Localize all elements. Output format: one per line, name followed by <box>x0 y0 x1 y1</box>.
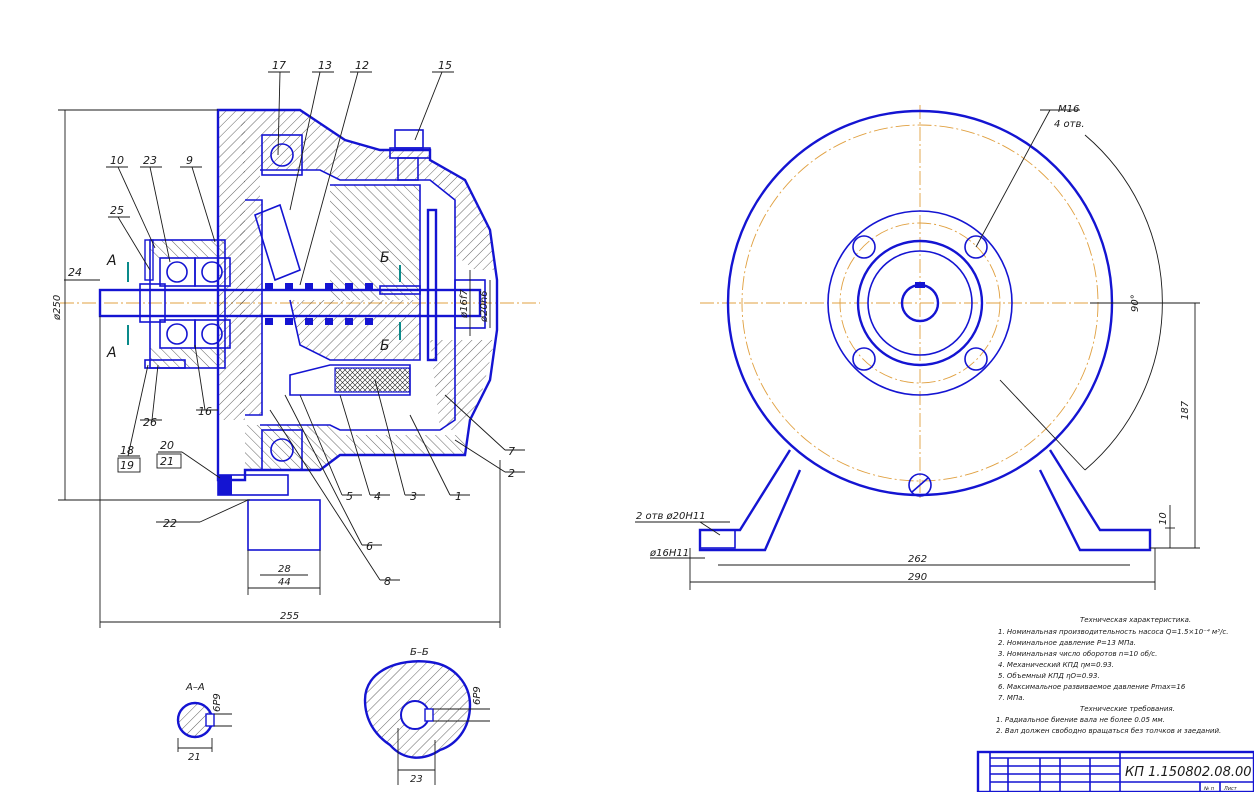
end-view: M16 4 отв. 90° 187 10 2 отв ø20H11 ø16H1… <box>635 104 1200 590</box>
section-a-label-bottom: А <box>106 345 117 361</box>
dim-axis-height: 187 <box>1180 400 1191 420</box>
leader-12: 12 <box>355 59 369 72</box>
dim-holes: 2 отв ø20H11 <box>636 511 706 522</box>
section-b-label-top: Б <box>380 250 390 266</box>
leader-7: 7 <box>508 445 515 458</box>
leader-18: 18 <box>120 444 134 457</box>
distributor-plate <box>426 208 438 362</box>
section-a-label-top: А <box>106 253 117 269</box>
leader-1: 1 <box>455 490 462 503</box>
leader-6: 6 <box>366 540 373 553</box>
assembly-drawing: А А Б Б 255 ø250 28 44 ø16f7 ø20h6 17 13… <box>52 59 1254 792</box>
section-b-label-bottom: Б <box>380 338 390 354</box>
leader-26: 26 <box>143 416 157 429</box>
bolt-15-head <box>394 129 424 149</box>
dim-foot-44: 44 <box>278 577 291 588</box>
drawing-canvas: А А Б Б 255 ø250 28 44 ø16f7 ø20h6 17 13… <box>0 0 1254 792</box>
leg-left <box>698 449 802 552</box>
tech-req-item-1: 1. Радиальное биение вала не более 0.05 … <box>996 716 1165 724</box>
piston-cross-hatch <box>334 367 411 393</box>
leader-17: 17 <box>272 59 286 72</box>
leader-25: 25 <box>110 204 124 217</box>
key-slot <box>915 282 925 288</box>
tech-char-item-4: 4. Механический КПД ηм=0.93. <box>998 661 1114 669</box>
leader-13: 13 <box>318 59 332 72</box>
leader-19: 19 <box>120 459 134 472</box>
tech-char-item-1: 1. Номинальная производительность насоса… <box>998 628 1228 636</box>
tech-char-item-5: 5. Объемный КПД ηО=0.93. <box>998 672 1100 680</box>
housing-lower-section <box>245 425 465 470</box>
dim-m16-holes: 4 отв. <box>1054 119 1085 130</box>
dim-angle: 90° <box>1130 294 1141 312</box>
leader-4: 4 <box>374 490 381 503</box>
title-block: КП 1.150802.08.00 СБ № п Лист <box>976 750 1254 792</box>
tech-char-item-6: 6. Максимальное развиваемое давление Pma… <box>998 683 1186 691</box>
mount-hole-br <box>964 347 988 371</box>
dim-sec-a-21: 21 <box>188 752 201 763</box>
tech-char-title: Техническая характеристика. <box>1080 616 1191 624</box>
section-b-b: Б–Б 23 6P9 <box>363 647 490 785</box>
leader-2: 2 <box>508 467 515 480</box>
dim-sec-b-23: 23 <box>410 774 423 785</box>
dim-base-290: 290 <box>908 572 927 583</box>
dim-height-dia: ø250 <box>52 295 63 321</box>
dim-bore: ø16H11 <box>649 548 689 559</box>
leader-10: 10 <box>110 154 124 167</box>
bolt-22-head <box>218 475 232 495</box>
tech-req-item-2: 2. Вал должен свободно вращаться без тол… <box>996 727 1221 735</box>
tech-char-item-2: 2. Номинальное давление P=13 МПа. <box>998 639 1136 647</box>
drawing-code: КП 1.150802.08.00 СБ <box>1125 765 1254 780</box>
swash-plate <box>240 200 262 415</box>
leader-22: 22 <box>163 517 177 530</box>
bearing-cap-upper <box>150 240 225 258</box>
section-bb-title: Б–Б <box>410 647 429 658</box>
leader-21: 21 <box>160 455 174 468</box>
shaft-ball-1-upper <box>166 261 188 283</box>
section-aa-title: A–A <box>185 682 205 693</box>
mount-hole-bl <box>852 347 876 371</box>
section-aa-keyway <box>205 713 215 727</box>
section-view: А А Б Б 255 ø250 28 44 ø16f7 ø20h6 17 13… <box>52 59 540 628</box>
dim-sec-b-key: 6P9 <box>472 686 483 705</box>
leader-20: 20 <box>160 439 174 452</box>
shaft-ball-1-lower <box>166 323 188 345</box>
leader-24: 24 <box>68 266 82 279</box>
stamp-cell-1: № п <box>1203 786 1215 792</box>
leader-23: 23 <box>143 154 157 167</box>
dim-base-262: 262 <box>908 554 927 565</box>
leader-8: 8 <box>384 575 391 588</box>
section-bb-keyway <box>424 708 434 722</box>
dim-sec-a-key: 6P9 <box>212 693 223 712</box>
housing-right-section <box>430 340 495 430</box>
bearing-cap-lower <box>150 348 225 368</box>
mount-hole-tl <box>852 235 876 259</box>
tech-char-item-3: 3. Номинальная число оборотов n=10 об/с. <box>998 650 1157 658</box>
leader-16: 16 <box>198 405 212 418</box>
leader-5: 5 <box>346 490 353 503</box>
leader-15: 15 <box>438 59 452 72</box>
leg-right <box>1038 449 1152 552</box>
dim-shaft-fit-2: ø20h6 <box>479 290 490 323</box>
leader-3: 3 <box>410 490 417 503</box>
dim-shaft-fit: ø16f7 <box>459 289 470 319</box>
cylinder-block-upper <box>330 185 420 300</box>
stamp-cell-2: Лист <box>1223 786 1238 792</box>
dim-overall-width: 255 <box>280 611 299 622</box>
section-a-a: A–A 21 6P9 <box>176 682 232 763</box>
tech-char-item-7: 7. МПа. <box>998 694 1025 702</box>
end-view-dimension-lines <box>635 109 1200 590</box>
tech-req-title: Технические требования. <box>1080 705 1175 713</box>
dim-m16: M16 <box>1058 104 1079 115</box>
leader-9: 9 <box>186 154 193 167</box>
mounting-foot <box>247 499 321 551</box>
technical-notes: Техническая характеристика. 1. Номинальн… <box>996 616 1228 735</box>
leg-left-hole <box>699 529 736 549</box>
dim-foot-28: 28 <box>278 564 291 575</box>
dim-foot-thickness: 10 <box>1158 512 1169 525</box>
